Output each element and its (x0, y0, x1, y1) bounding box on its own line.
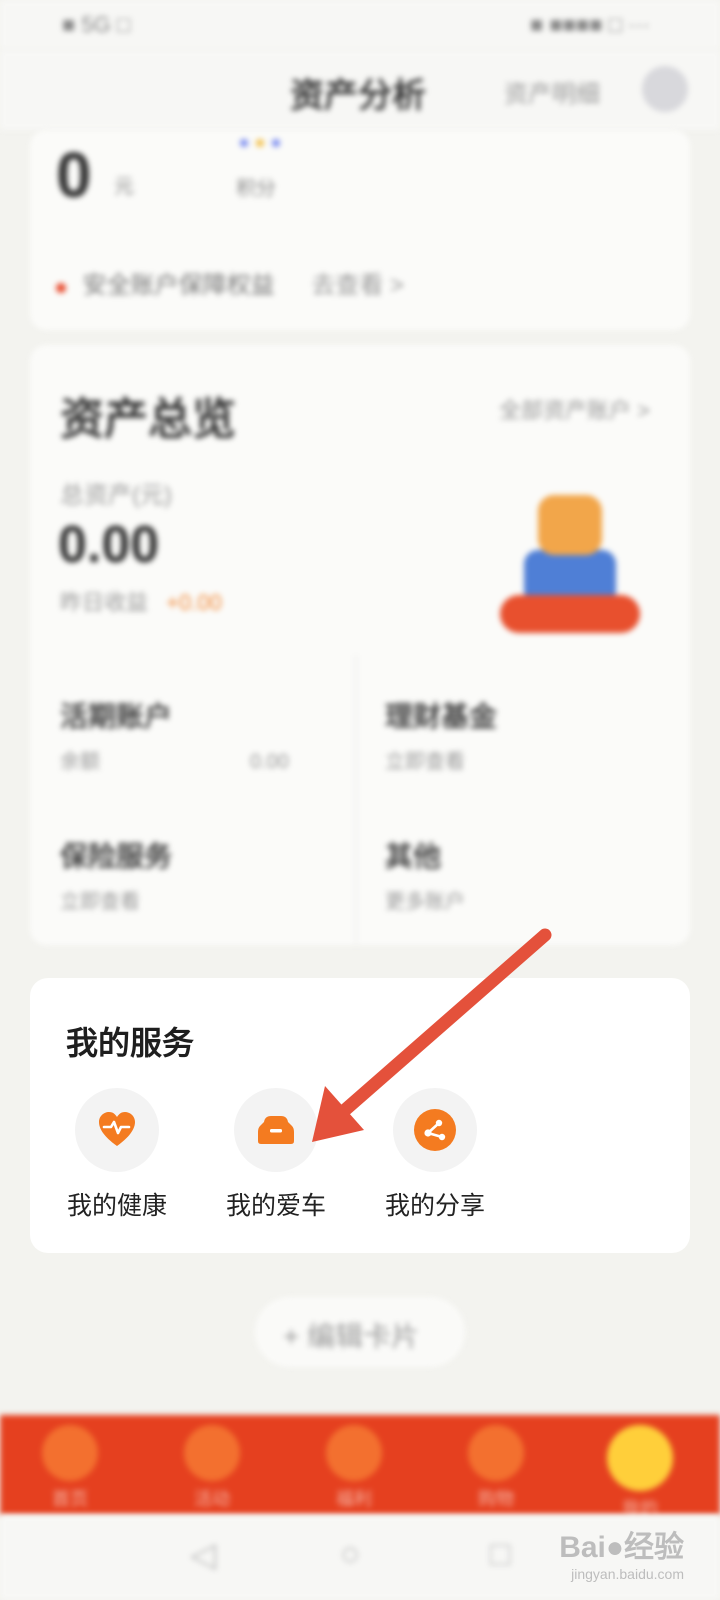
annotation-arrow (312, 928, 552, 1142)
